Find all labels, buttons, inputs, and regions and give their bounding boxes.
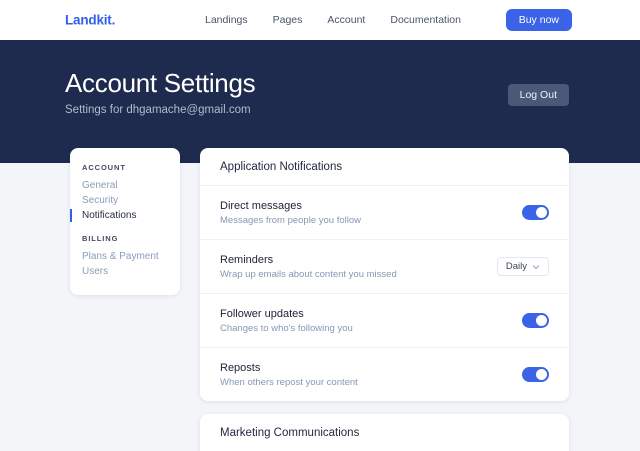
- row-title: Direct messages: [220, 200, 361, 212]
- nav-link-pages[interactable]: Pages: [273, 14, 303, 26]
- card-title-marketing-communications: Marketing Communications: [200, 414, 569, 451]
- application-notifications-card: Application Notifications Direct message…: [200, 148, 569, 401]
- row-text: Direct messages Messages from people you…: [220, 200, 361, 226]
- toggle-knob: [536, 315, 547, 326]
- direct-messages-toggle[interactable]: [522, 205, 549, 220]
- sidebar-item-general[interactable]: General: [82, 178, 168, 193]
- row-description: Wrap up emails about content you missed: [220, 269, 397, 280]
- reposts-toggle[interactable]: [522, 367, 549, 382]
- row-title: Reposts: [220, 362, 358, 374]
- nav-link-documentation[interactable]: Documentation: [390, 14, 461, 26]
- row-description: Changes to who's following you: [220, 323, 353, 334]
- card-title-application-notifications: Application Notifications: [200, 148, 569, 186]
- page-title: Account Settings: [65, 68, 255, 99]
- notification-rows: Direct messages Messages from people you…: [200, 186, 569, 401]
- sidebar-heading-billing: BILLING: [82, 235, 168, 243]
- follower-updates-toggle[interactable]: [522, 313, 549, 328]
- sidebar-item-security[interactable]: Security: [82, 193, 168, 208]
- page-subtitle: Settings for dhgamache@gmail.com: [65, 104, 251, 116]
- row-title: Reminders: [220, 254, 397, 266]
- toggle-knob: [536, 207, 547, 218]
- sidebar-account-list: General Security Notifications: [82, 178, 168, 223]
- hero-banner: Account Settings Settings for dhgamache@…: [0, 40, 640, 163]
- sidebar-item-users[interactable]: Users: [82, 264, 168, 279]
- row-follower-updates: Follower updates Changes to who's follow…: [200, 294, 569, 348]
- row-title: Follower updates: [220, 308, 353, 320]
- landkit-logo[interactable]: Landkit.: [65, 13, 115, 28]
- row-description: Messages from people you follow: [220, 215, 361, 226]
- sidebar-billing-list: Plans & Payment Users: [82, 249, 168, 279]
- buy-now-button[interactable]: Buy now: [506, 9, 572, 31]
- select-value: Daily: [506, 261, 527, 272]
- sidebar-item-plans-payment[interactable]: Plans & Payment: [82, 249, 168, 264]
- marketing-communications-card: Marketing Communications: [200, 414, 569, 451]
- row-text: Reposts When others repost your content: [220, 362, 358, 388]
- logout-button[interactable]: Log Out: [508, 84, 569, 106]
- sidebar-item-notifications[interactable]: Notifications: [82, 208, 168, 223]
- top-navbar: Landkit. Landings Pages Account Document…: [0, 0, 640, 40]
- toggle-knob: [536, 369, 547, 380]
- nav-links: Landings Pages Account Documentation: [205, 0, 461, 40]
- reminders-frequency-select[interactable]: Daily: [497, 257, 549, 276]
- chevron-down-icon: [532, 263, 540, 271]
- nav-link-account[interactable]: Account: [327, 14, 365, 26]
- row-description: When others repost your content: [220, 377, 358, 388]
- row-reposts: Reposts When others repost your content: [200, 348, 569, 401]
- nav-link-landings[interactable]: Landings: [205, 14, 248, 26]
- row-text: Reminders Wrap up emails about content y…: [220, 254, 397, 280]
- row-reminders: Reminders Wrap up emails about content y…: [200, 240, 569, 294]
- settings-sidebar: ACCOUNT General Security Notifications B…: [70, 148, 180, 295]
- row-direct-messages: Direct messages Messages from people you…: [200, 186, 569, 240]
- sidebar-heading-account: ACCOUNT: [82, 164, 168, 172]
- row-text: Follower updates Changes to who's follow…: [220, 308, 353, 334]
